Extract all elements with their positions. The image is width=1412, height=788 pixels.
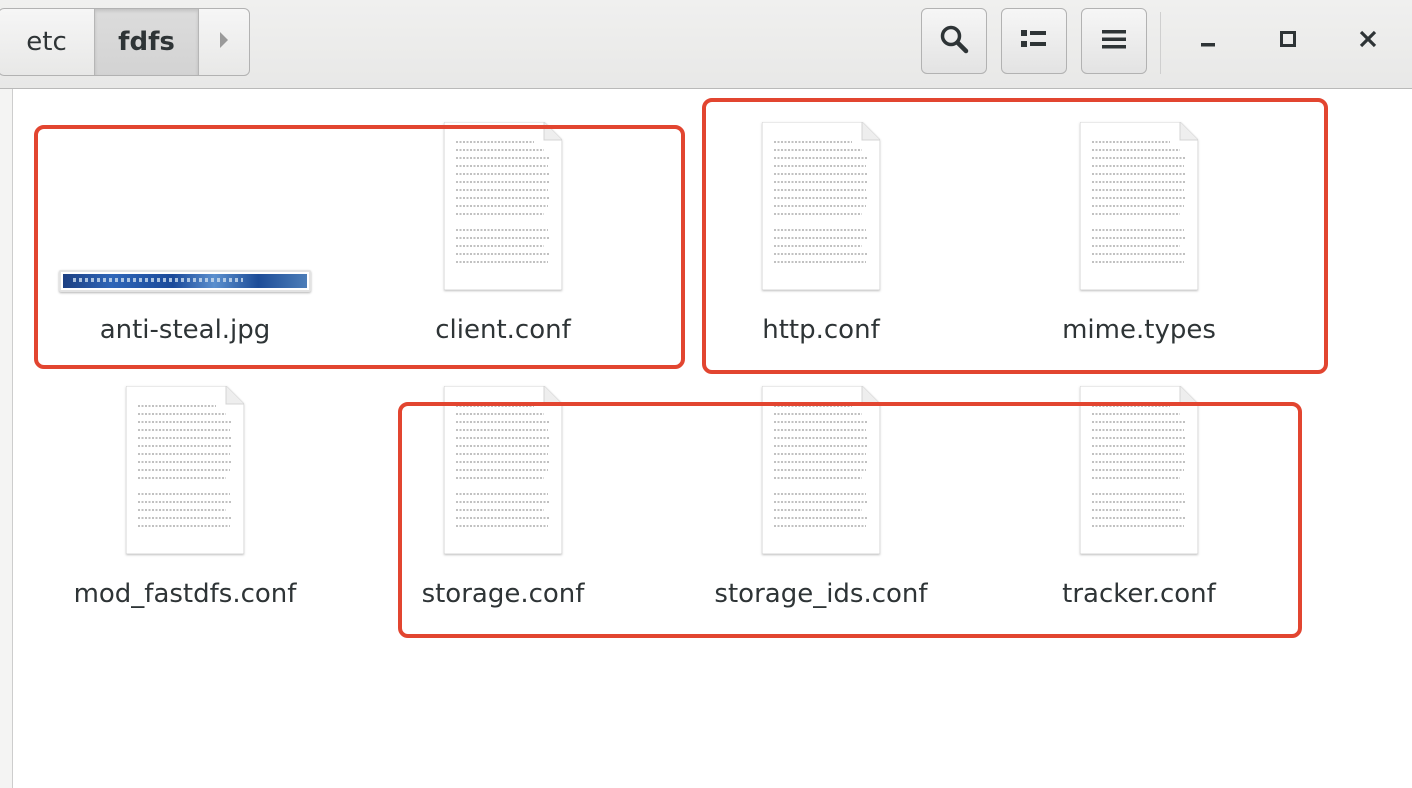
file-name: mod_fastdfs.conf bbox=[73, 579, 297, 609]
highlight-box bbox=[702, 98, 1328, 374]
breadcrumb-etc[interactable]: etc bbox=[0, 9, 95, 75]
minimize-icon bbox=[1198, 29, 1218, 53]
highlight-box bbox=[34, 125, 685, 369]
search-button[interactable] bbox=[921, 8, 987, 74]
maximize-button[interactable] bbox=[1255, 8, 1321, 74]
sidebar-edge bbox=[0, 89, 13, 788]
search-icon bbox=[939, 24, 969, 58]
header-separator bbox=[1160, 12, 1161, 74]
minimize-button[interactable] bbox=[1175, 8, 1241, 74]
highlight-box bbox=[398, 402, 1302, 638]
maximize-icon bbox=[1278, 29, 1298, 53]
close-icon bbox=[1358, 29, 1378, 53]
text-document-icon bbox=[126, 386, 244, 558]
file-item[interactable]: mod_fastdfs.conf bbox=[40, 374, 330, 614]
chevron-right-icon bbox=[217, 30, 231, 55]
breadcrumb-fdfs[interactable]: fdfs bbox=[95, 9, 199, 75]
menu-button[interactable] bbox=[1081, 8, 1147, 74]
hamburger-menu-icon bbox=[1101, 27, 1127, 55]
header-bar: etc fdfs bbox=[0, 0, 1412, 89]
path-bar: etc fdfs bbox=[0, 8, 250, 76]
forward-button[interactable] bbox=[199, 9, 249, 75]
close-button[interactable] bbox=[1335, 8, 1401, 74]
view-mode-button[interactable] bbox=[1001, 8, 1067, 74]
list-view-icon bbox=[1020, 27, 1048, 55]
